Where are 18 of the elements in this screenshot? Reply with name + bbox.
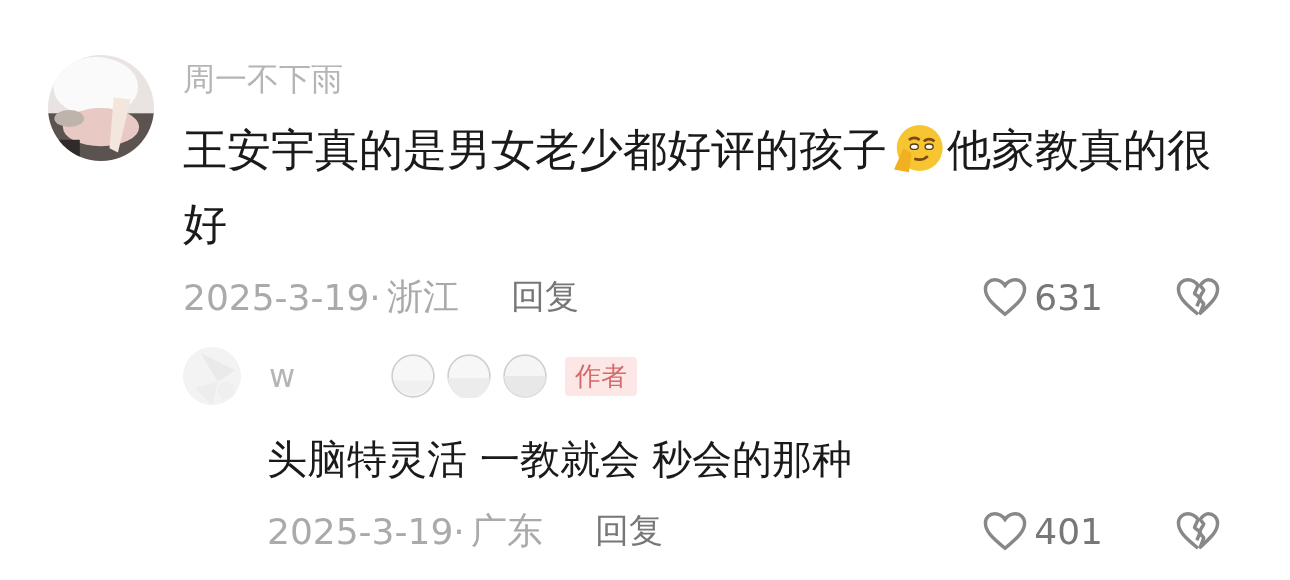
heart-icon <box>982 510 1029 552</box>
badge-icon <box>391 354 435 398</box>
author-tag: 作者 <box>565 356 637 396</box>
badge-icon <box>503 354 547 398</box>
location: 浙江 <box>386 274 459 319</box>
comment-date: 2025-3-19· <box>183 276 381 318</box>
like-button[interactable]: 631 <box>982 276 1103 318</box>
like-button[interactable]: 401 <box>982 510 1103 552</box>
reply-button[interactable]: 回复 <box>510 274 579 320</box>
reply-button[interactable]: 回复 <box>594 508 663 554</box>
comment-date: 2025-3-19· <box>267 510 465 552</box>
location: 广东 <box>470 508 543 553</box>
broken-heart-icon[interactable] <box>1175 276 1221 318</box>
reply-text: 头脑特灵活 一教就会 秒会的那种 <box>267 435 854 484</box>
comment-text: 王安宇真的是男女老少都好评的孩子 他家教真的很好 <box>183 113 1233 261</box>
broken-heart-icon[interactable] <box>1175 510 1221 552</box>
badge-icon <box>447 354 491 398</box>
heart-icon <box>982 276 1029 318</box>
